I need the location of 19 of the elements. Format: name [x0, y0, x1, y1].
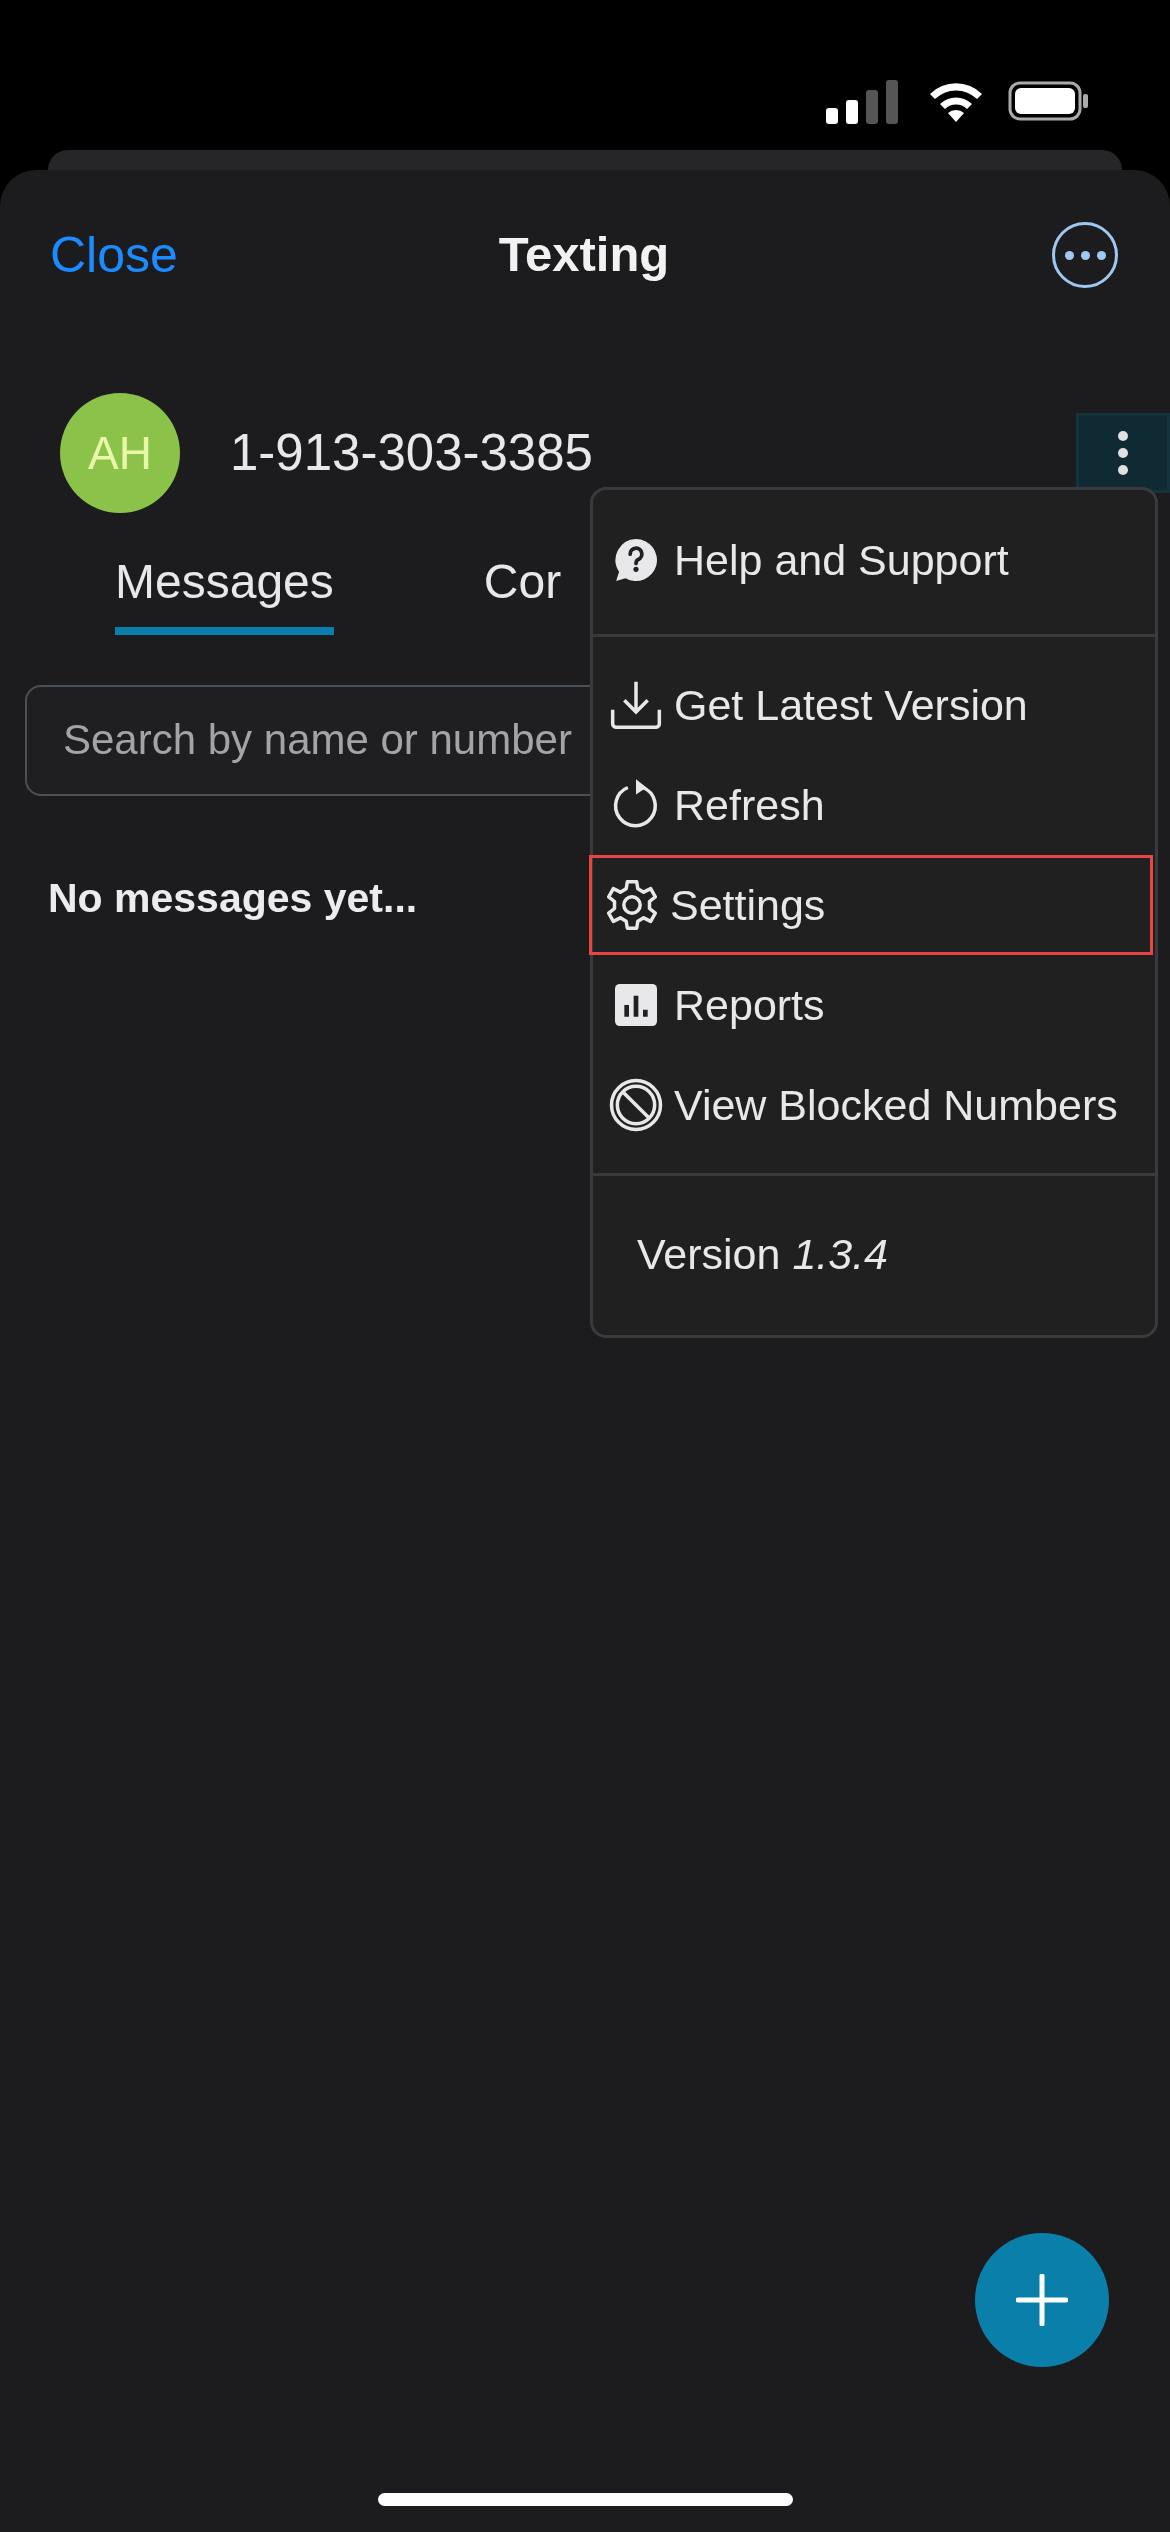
menu-item[interactable]: Settings: [589, 855, 1153, 955]
more-icon[interactable]: [1052, 222, 1118, 288]
phone-number: 1-913-303-3385: [230, 422, 593, 483]
kebab-menu-button[interactable]: [1076, 413, 1170, 493]
plus-icon: [1016, 2274, 1068, 2326]
menu-item[interactable]: View Blocked Numbers: [593, 1055, 1155, 1155]
close-button[interactable]: Close: [50, 217, 178, 293]
menu-item[interactable]: Help and Support: [593, 510, 1155, 610]
tab[interactable]: Cor: [483, 556, 562, 635]
battery-icon: [1008, 81, 1090, 121]
blocked-icon: [608, 1077, 664, 1133]
panel-title: Texting: [498, 226, 670, 284]
avatar: AH: [60, 393, 180, 513]
menu-item[interactable]: Reports: [593, 955, 1155, 1055]
version-label: Version 1.3.4: [636, 1229, 889, 1280]
tab[interactable]: Messages: [115, 556, 334, 635]
settings-icon: [604, 877, 660, 933]
empty-message: No messages yet...: [48, 873, 418, 923]
wifi-icon: [928, 80, 984, 122]
